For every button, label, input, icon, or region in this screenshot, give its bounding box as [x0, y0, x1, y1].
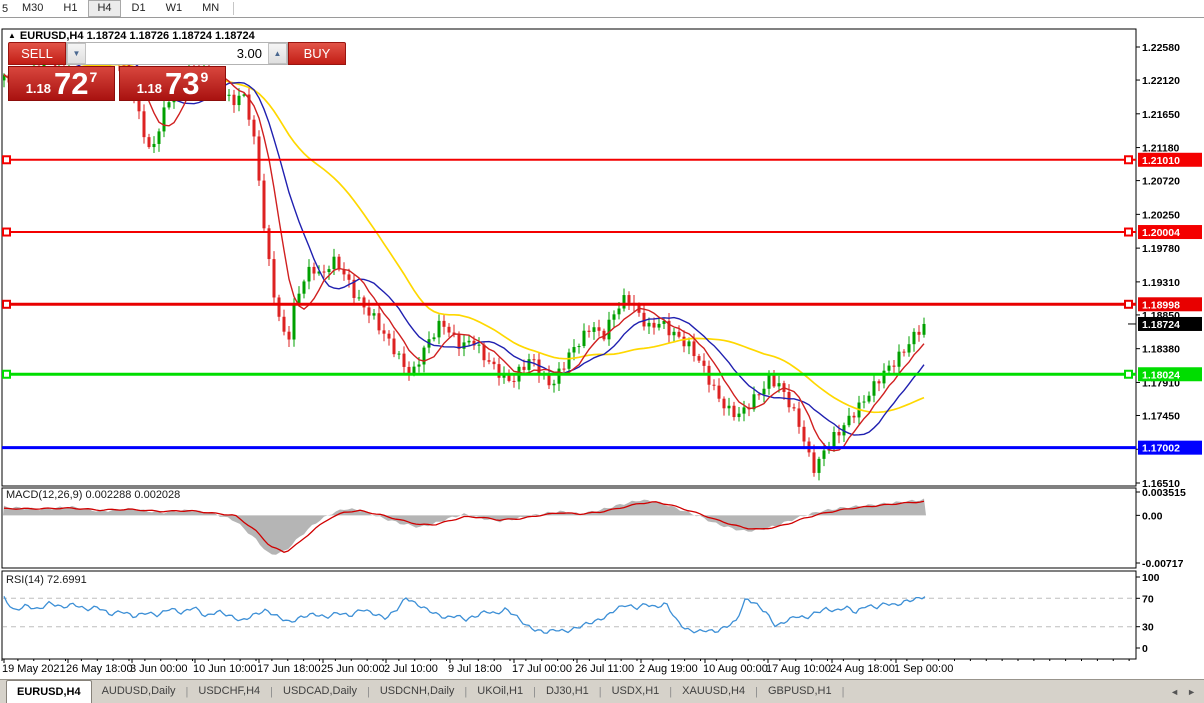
time-label: 3 Jun 00:00: [130, 663, 188, 675]
volume-spinner: ▼ ▲: [66, 42, 288, 65]
chart-tab-eurusd-h4[interactable]: EURUSD,H4: [6, 680, 92, 703]
svg-text:1.18724: 1.18724: [1142, 319, 1180, 331]
tab-nav: ◄ ►: [1170, 687, 1204, 697]
volume-decrease-button[interactable]: ▼: [67, 43, 86, 64]
buy-price-prefix: 1.18: [136, 81, 163, 96]
buy-price-big: 73: [165, 66, 200, 101]
svg-text:1.18998: 1.18998: [1142, 299, 1180, 311]
svg-text:1.19310: 1.19310: [1142, 277, 1180, 289]
svg-text:1.18380: 1.18380: [1142, 344, 1180, 356]
chart-tab-bar: EURUSD,H4 AUDUSD,Daily | USDCHF,H4 | USDCAD,D…: [0, 679, 1204, 703]
mt4-terminal: { "toolbar": { "clipped_left": "5", "tim…: [0, 0, 1204, 703]
timeframe-button-h1[interactable]: H1: [54, 0, 86, 17]
time-label: 26 May 18:00: [66, 663, 133, 675]
svg-text:1.18024: 1.18024: [1142, 369, 1180, 381]
rsi-label: RSI(14) 72.6991: [6, 574, 87, 586]
svg-text:0: 0: [1142, 643, 1148, 655]
svg-text:1.22120: 1.22120: [1142, 75, 1180, 87]
sell-price-big: 72: [54, 66, 89, 101]
chart-tab-usdcad-daily[interactable]: USDCAD,Daily: [273, 681, 367, 702]
timeframe-m5-clipped[interactable]: 5: [0, 3, 12, 15]
time-label: 24 Aug 18:00: [830, 663, 895, 675]
one-click-trading-panel: SELL ▼ ▲ BUY 1.18727 1.18739: [8, 42, 346, 101]
chart-canvas[interactable]: 1.22580 1.22120 1.21650 1.21180 1.20720 1.202…: [0, 0, 1204, 678]
timeframe-button-mn[interactable]: MN: [193, 0, 228, 17]
svg-text:1.20720: 1.20720: [1142, 176, 1180, 188]
svg-text:1.20004: 1.20004: [1142, 227, 1180, 239]
svg-text:1.17450: 1.17450: [1142, 410, 1180, 422]
macd-label: MACD(12,26,9) 0.002288 0.002028: [6, 489, 181, 501]
chart-tab-audusd-daily[interactable]: AUDUSD,Daily: [92, 681, 186, 702]
tabs-scroll-left-icon[interactable]: ◄: [1170, 687, 1179, 697]
time-label: 2 Jul 10:00: [384, 663, 438, 675]
svg-text:0.003515: 0.003515: [1142, 487, 1186, 499]
chart-ohlc-values: 1.18724 1.18726 1.18724 1.18724: [86, 30, 255, 42]
toolbar-separator: [233, 2, 235, 15]
sell-price-display[interactable]: 1.18 72 7: [8, 66, 115, 101]
time-label: 10 Aug 00:00: [703, 663, 768, 675]
timeframe-button-d1[interactable]: D1: [123, 0, 155, 17]
chart-tab-ukoil-h1[interactable]: UKOil,H1: [467, 681, 533, 702]
tabs-scroll-right-icon[interactable]: ►: [1187, 687, 1196, 697]
svg-text:1.22580: 1.22580: [1142, 42, 1180, 54]
chart-tab-usdcnh-daily[interactable]: USDCNH,Daily: [370, 681, 465, 702]
timeframe-button-w1[interactable]: W1: [157, 0, 192, 17]
chart-title: ▲ EURUSD,H4 1.18724 1.18726 1.18724 1.187…: [8, 30, 255, 42]
buy-button[interactable]: BUY: [288, 42, 346, 65]
time-label: 17 Jun 18:00: [257, 663, 321, 675]
time-label: 17 Jul 00:00: [512, 663, 572, 675]
svg-text:1.21010: 1.21010: [1142, 155, 1180, 167]
volume-input[interactable]: [86, 43, 268, 64]
chart-tab-usdx-h1[interactable]: USDX,H1: [602, 681, 670, 702]
collapse-triangle-icon[interactable]: ▲: [8, 31, 16, 40]
time-label: 9 Jul 18:00: [448, 663, 502, 675]
time-label: 2 Aug 19:00: [639, 663, 698, 675]
time-label: 26 Jul 11:00: [575, 663, 635, 675]
svg-text:1.21650: 1.21650: [1142, 109, 1180, 121]
chart-tab-usdchf-h4[interactable]: USDCHF,H4: [188, 681, 270, 702]
sell-price-prefix: 1.18: [25, 81, 52, 96]
time-label: 25 Jun 00:00: [321, 663, 385, 675]
svg-text:100: 100: [1142, 572, 1160, 584]
chart-tab-xauusd-h4[interactable]: XAUUSD,H4: [672, 681, 755, 702]
time-label: 1 Sep 00:00: [894, 663, 954, 675]
svg-text:1.21180: 1.21180: [1142, 143, 1180, 155]
chart-tab-dj30-h1[interactable]: DJ30,H1: [536, 681, 599, 702]
svg-text:-0.00717: -0.00717: [1142, 558, 1184, 570]
buy-price-pip: 9: [200, 69, 209, 85]
sell-button[interactable]: SELL: [8, 42, 66, 65]
timeframe-button-m30[interactable]: M30: [13, 0, 52, 17]
svg-text:70: 70: [1142, 593, 1154, 605]
time-label: 19 May 2021: [2, 663, 66, 675]
chart-tab-gbpusd-h1[interactable]: GBPUSD,H1: [758, 681, 842, 702]
svg-text:1.20250: 1.20250: [1142, 209, 1180, 221]
buy-price-display[interactable]: 1.18 73 9: [119, 66, 226, 101]
timeframe-button-h4[interactable]: H4: [88, 0, 121, 17]
svg-text:1.19780: 1.19780: [1142, 243, 1180, 255]
sell-price-pip: 7: [89, 69, 98, 85]
time-label: 17 Aug 10:00: [766, 663, 831, 675]
tab-separator: |: [841, 685, 845, 698]
chart-symbol-label: EURUSD,H4: [19, 30, 84, 42]
svg-text:0.00: 0.00: [1142, 510, 1163, 522]
timeframe-toolbar: 5 M30 H1 H4 D1 W1 MN: [0, 0, 1204, 18]
svg-text:30: 30: [1142, 622, 1154, 634]
volume-increase-button[interactable]: ▲: [268, 43, 287, 64]
time-label: 10 Jun 10:00: [193, 663, 257, 675]
time-axis[interactable]: 19 May 2021 26 May 18:00 3 Jun 00:00 10 Jun…: [0, 663, 1136, 677]
svg-text:1.17002: 1.17002: [1142, 443, 1180, 455]
